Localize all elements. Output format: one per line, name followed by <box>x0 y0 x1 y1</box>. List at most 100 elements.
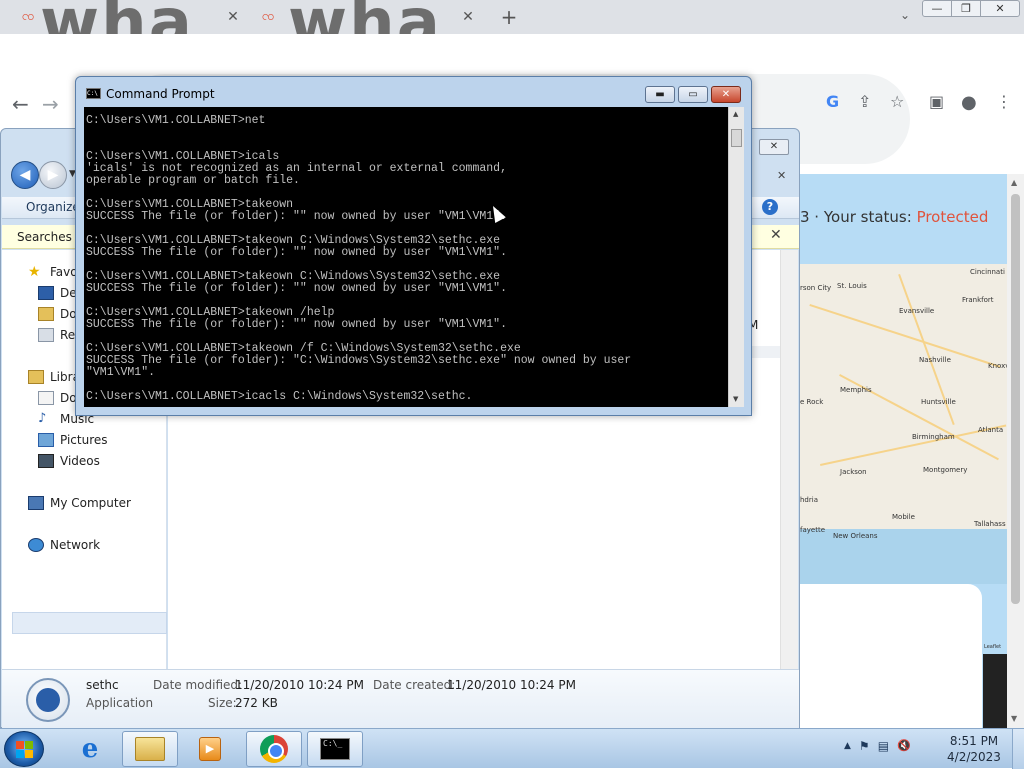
map-city: Mobile <box>892 513 915 521</box>
close-icon[interactable]: ✕ <box>770 227 782 243</box>
profile-avatar-icon[interactable]: ● <box>961 92 977 113</box>
nav-item-label: Videos <box>60 454 100 468</box>
chrome-tab-2[interactable]: ၸ wha ✕ <box>248 0 488 60</box>
taskbar: e ▶ C:\_ ▲ ⚑ ▤ 🔇 8:51 PM 4/2/2023 <box>0 728 1024 769</box>
map-city: Birmingham <box>912 433 955 441</box>
scrollbar-thumb[interactable] <box>1011 194 1020 604</box>
window-title: Command Prompt <box>106 87 215 101</box>
action-center-flag-icon[interactable]: ⚑ <box>859 739 870 753</box>
scrollbar-thumb[interactable] <box>731 129 742 147</box>
folder-icon <box>135 737 165 761</box>
network-icon[interactable]: ▤ <box>878 739 889 753</box>
documents-icon <box>38 391 54 405</box>
system-tray: ▲ ⚑ ▤ 🔇 <box>844 739 911 753</box>
page-scrollbar[interactable]: ▲ ▼ <box>1007 174 1024 729</box>
clock[interactable]: 8:51 PM 4/2/2023 <box>944 733 1004 765</box>
file-list-scrollbar[interactable] <box>780 250 798 670</box>
map-city: rson City <box>800 284 832 292</box>
close-button[interactable]: ✕ <box>711 86 741 103</box>
forward-arrow-icon[interactable]: → <box>42 92 59 116</box>
scroll-down-icon[interactable]: ▼ <box>1011 714 1017 723</box>
nav-item-network[interactable]: Network <box>28 535 100 555</box>
nav-item-pictures[interactable]: Pictures <box>38 430 108 450</box>
close-icon[interactable]: ✕ <box>459 8 477 26</box>
map-city: Knoxv <box>988 362 1007 370</box>
share-icon[interactable]: ⇪ <box>858 92 871 111</box>
taskbar-command-prompt[interactable]: C:\_ <box>307 731 363 767</box>
nav-item-libraries[interactable]: Libra <box>28 367 80 387</box>
new-tab-button[interactable]: + <box>498 6 520 28</box>
volume-muted-icon[interactable]: 🔇 <box>897 739 911 753</box>
map-attribution: Leaflet <box>984 644 1002 650</box>
scroll-down-icon[interactable]: ▼ <box>733 395 738 403</box>
nav-item-label: My Computer <box>50 496 131 510</box>
close-button[interactable]: ✕ <box>980 0 1020 17</box>
size-label: Size: <box>208 696 237 710</box>
page-dark-strip: Leaflet <box>983 644 1007 729</box>
gulf-water <box>800 529 1007 584</box>
taskbar-media-player[interactable]: ▶ <box>182 731 238 767</box>
date-created-value: 11/20/2010 10:24 PM <box>447 678 576 692</box>
scroll-up-icon[interactable]: ▲ <box>733 110 738 118</box>
application-icon <box>26 678 70 722</box>
map[interactable]: Cincinnati St. Louis rson City Frankfort… <box>800 264 1007 584</box>
explorer-back-button[interactable]: ◀ <box>11 161 39 189</box>
network-icon <box>28 538 44 552</box>
taskbar-windows-explorer[interactable] <box>122 731 178 767</box>
command-prompt-titlebar[interactable]: C:\ Command Prompt ▬ ▭ ✕ <box>76 77 751 107</box>
side-panel-icon[interactable]: ▣ <box>929 92 944 111</box>
map-city: Montgomery <box>923 466 968 474</box>
tab-search-icon[interactable]: ⌄ <box>896 8 914 26</box>
nav-item-favorites[interactable]: ★ Favo <box>28 262 78 282</box>
help-icon[interactable]: ? <box>762 199 778 215</box>
media-player-icon: ▶ <box>199 737 221 761</box>
chrome-tab-1[interactable]: ၸ wha ✕ <box>0 0 248 60</box>
show-hidden-icons-chevron-icon[interactable]: ▲ <box>844 739 851 753</box>
videos-icon <box>38 454 54 468</box>
nav-item-videos[interactable]: Videos <box>38 451 100 471</box>
map-city: Cincinnati <box>970 268 1005 276</box>
console-scrollbar[interactable]: ▲ ▼ <box>728 107 744 407</box>
window-controls: — ❐ ✕ <box>922 0 1024 20</box>
close-icon[interactable]: ✕ <box>224 8 242 26</box>
downloads-icon <box>38 307 54 321</box>
organize-button[interactable]: Organize <box>26 200 80 214</box>
taskbar-google-chrome[interactable] <box>246 731 302 767</box>
explorer-details-pane: sethc Application Date modified: 11/20/2… <box>2 669 799 729</box>
status-prefix: 3 · Your status: <box>800 208 917 226</box>
status-value: Protected <box>916 208 989 226</box>
status-banner: 3 · Your status: Protected <box>800 174 1007 264</box>
computer-icon <box>28 496 44 510</box>
bookmark-star-icon[interactable]: ☆ <box>890 92 904 111</box>
page-card <box>800 584 982 729</box>
maximize-button[interactable]: ❐ <box>951 0 981 17</box>
show-desktop-button[interactable] <box>1012 729 1024 769</box>
console-text: C:\Users\VM1.COLLABNET>net C:\Users\VM1.… <box>86 114 632 403</box>
nav-item-my-computer[interactable]: My Computer <box>28 493 131 513</box>
menu-kebab-icon[interactable]: ⋮ <box>996 92 1012 111</box>
taskbar-internet-explorer[interactable]: e <box>62 731 118 767</box>
map-city: hdria <box>800 496 818 504</box>
google-icon[interactable]: G <box>826 92 839 111</box>
maximize-button[interactable]: ▭ <box>678 86 708 103</box>
start-button[interactable] <box>4 731 44 767</box>
clock-time: 8:51 PM <box>949 734 999 748</box>
date-created-label: Date created: <box>373 678 456 692</box>
explorer-close-button[interactable]: ✕ <box>759 139 789 155</box>
star-icon: ★ <box>28 264 41 280</box>
brand-icon: ၸ <box>261 9 275 24</box>
explorer-forward-button[interactable]: ▶ <box>39 161 67 189</box>
nav-item-label: Favo <box>50 265 78 279</box>
back-arrow-icon[interactable]: ← <box>12 92 29 116</box>
console-output-area[interactable]: C:\Users\VM1.COLLABNET>net C:\Users\VM1.… <box>84 107 744 407</box>
minimize-button[interactable]: ▬ <box>645 86 675 103</box>
scroll-up-icon[interactable]: ▲ <box>1011 178 1017 187</box>
clock-date: 4/2/2023 <box>947 750 1001 764</box>
command-prompt-icon[interactable]: C:\ <box>86 88 101 99</box>
nav-selection-highlight <box>12 612 167 634</box>
nav-item-label: Network <box>50 538 101 552</box>
map-city: St. Louis <box>837 282 867 290</box>
chrome-tabstrip: ၸ wha ✕ ၸ wha ✕ + ⌄ — ❐ ✕ <box>0 0 1024 60</box>
search-clear-icon[interactable]: ✕ <box>777 169 786 182</box>
minimize-button[interactable]: — <box>922 0 952 17</box>
